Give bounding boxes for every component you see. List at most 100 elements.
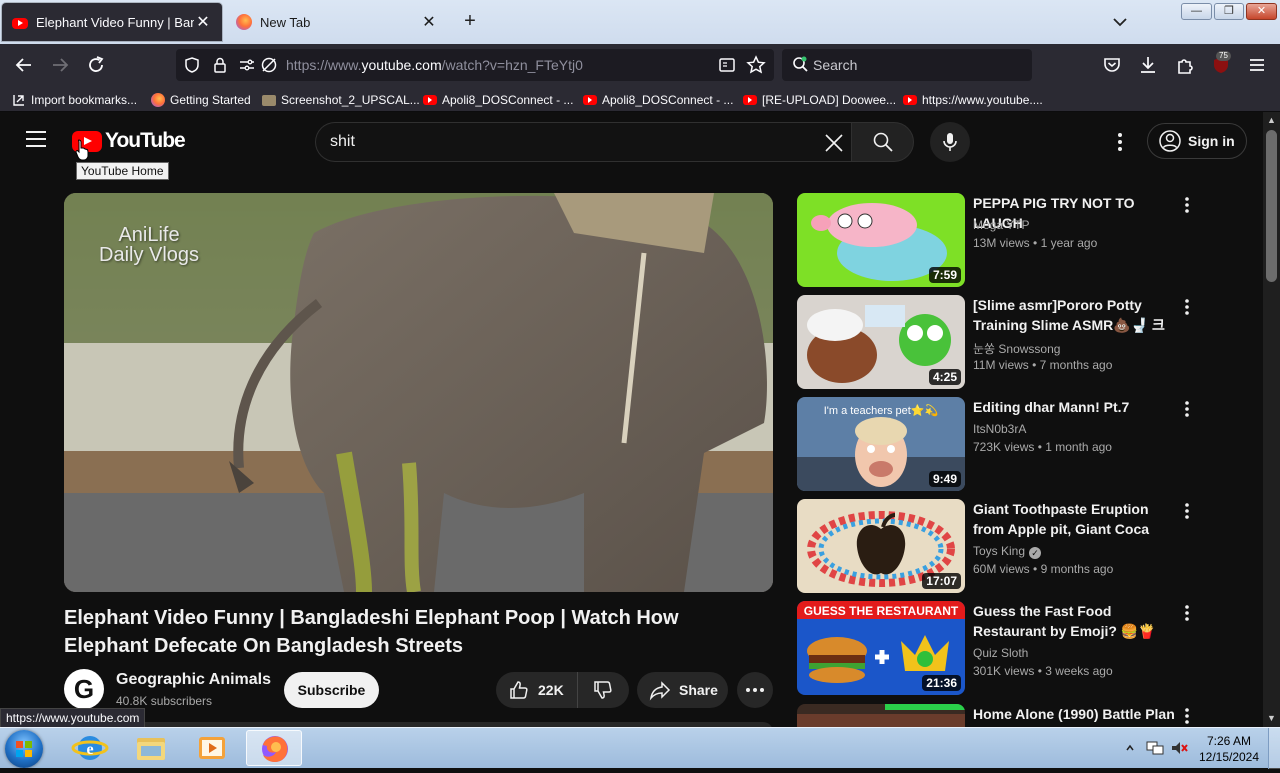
video-thumbnail[interactable]: 7:59	[797, 193, 965, 287]
folder-icon	[137, 738, 165, 760]
clear-search-icon[interactable]	[822, 131, 846, 155]
guide-menu-icon[interactable]	[26, 131, 46, 147]
taskbar-media-player[interactable]	[184, 730, 240, 766]
youtube-icon	[903, 95, 917, 105]
tab-strip: Elephant Video Funny | Banglad ✕ New Tab…	[0, 0, 1280, 44]
recommended-video[interactable]: GUESS THE RESTAURANT 21:36 Guess the Fas…	[797, 601, 1197, 695]
youtube-search-box[interactable]	[315, 122, 851, 162]
tab-youtube[interactable]: Elephant Video Funny | Banglad ✕	[2, 3, 222, 41]
subscribe-button[interactable]: Subscribe	[284, 672, 379, 708]
thumbnail-home-alone-image	[797, 704, 965, 727]
channel-name[interactable]: ItsN0b3rA	[973, 422, 1026, 436]
recommended-video[interactable]: Home Alone (1990) Battle Plan	[797, 704, 1197, 727]
video-kebab-icon[interactable]	[1181, 195, 1193, 215]
like-button[interactable]: 22K	[496, 672, 578, 708]
app-menu-hamburger-icon[interactable]	[1246, 54, 1268, 76]
bookmark-youtube[interactable]: https://www.youtube....	[903, 91, 1043, 109]
voice-search-button[interactable]	[930, 122, 970, 162]
youtube-icon	[423, 95, 437, 105]
video-thumbnail[interactable]: GUESS THE RESTAURANT 21:36	[797, 601, 965, 695]
clock-date[interactable]: 12/15/2024	[1196, 750, 1262, 764]
close-window-button[interactable]: ✕	[1246, 3, 1277, 20]
bookmark-reupload[interactable]: [RE-UPLOAD] Doowee...	[743, 91, 896, 109]
video-kebab-icon[interactable]	[1181, 706, 1193, 726]
url-bar[interactable]: https://www.youtube.com/watch?v=hzn_FTeY…	[176, 49, 774, 81]
lock-icon[interactable]	[211, 56, 229, 74]
extension-icon[interactable]: 75	[1210, 51, 1232, 76]
video-thumbnail[interactable]: 4:25	[797, 295, 965, 389]
channel-name[interactable]: Toys King ✓	[973, 544, 1042, 559]
pocket-icon[interactable]	[1101, 54, 1123, 76]
reload-icon[interactable]	[85, 54, 107, 76]
share-button[interactable]: Share	[637, 672, 728, 708]
minimize-window-button[interactable]: —	[1181, 3, 1212, 20]
restore-window-button[interactable]: ❐	[1214, 3, 1244, 20]
navigation-toolbar: https://www.youtube.com/watch?v=hzn_FTeY…	[0, 44, 1280, 86]
channel-avatar[interactable]: G	[64, 669, 104, 709]
close-tab-icon[interactable]: ✕	[194, 12, 212, 32]
channel-name[interactable]: Quiz Sloth	[973, 646, 1028, 660]
video-kebab-icon[interactable]	[1181, 501, 1193, 521]
video-title[interactable]: Editing dhar Mann! Pt.7	[973, 397, 1178, 417]
tracking-protection-shield-icon[interactable]	[183, 56, 201, 74]
forward-arrow-icon[interactable]	[49, 54, 71, 76]
taskbar-file-explorer[interactable]	[123, 730, 179, 766]
bookmark-apoli8-1[interactable]: Apoli8_DOSConnect - ...	[423, 91, 573, 109]
page-scrollbar[interactable]: ▲ ▼	[1263, 112, 1280, 727]
list-all-tabs-chevron-icon[interactable]	[1110, 12, 1130, 32]
video-thumbnail[interactable]: I'm a teachers pet⭐💫 9:49	[797, 397, 965, 491]
video-title[interactable]: [Slime asmr]Pororo Potty Training Slime …	[973, 295, 1178, 335]
dislike-button[interactable]	[578, 672, 628, 708]
tab-new-tab[interactable]: New Tab ✕	[226, 3, 448, 41]
show-hidden-icons-arrow-icon[interactable]	[1125, 743, 1135, 753]
taskbar-firefox[interactable]	[246, 730, 302, 766]
sign-in-button[interactable]: Sign in	[1147, 123, 1247, 159]
start-button[interactable]	[5, 730, 43, 768]
new-tab-plus-icon[interactable]: +	[459, 10, 481, 32]
youtube-search-input[interactable]	[330, 132, 800, 152]
recommended-video[interactable]: 7:59 PEPPA PIG TRY NOT TO LAUGH Mega YTP…	[797, 193, 1197, 287]
volume-muted-icon[interactable]	[1170, 740, 1188, 756]
video-kebab-icon[interactable]	[1181, 603, 1193, 623]
video-title[interactable]: Guess the Fast Food Restaurant by Emoji?…	[973, 601, 1178, 641]
taskbar-internet-explorer[interactable]: e	[62, 730, 118, 766]
autoplay-blocked-icon[interactable]	[260, 56, 278, 74]
clock-time[interactable]: 7:26 AM	[1196, 734, 1262, 748]
scroll-up-arrow-icon[interactable]: ▲	[1266, 115, 1277, 126]
video-thumbnail[interactable]: 17:07	[797, 499, 965, 593]
recommended-video[interactable]: I'm a teachers pet⭐💫 9:49 Editing dhar M…	[797, 397, 1197, 491]
video-player[interactable]: AniLife Daily Vlogs	[64, 193, 773, 592]
show-desktop-button[interactable]	[1268, 728, 1280, 769]
bookmark-star-icon[interactable]	[746, 55, 766, 75]
video-duration: 21:36	[922, 675, 961, 691]
channel-name[interactable]: Mega YTP	[973, 218, 1029, 232]
video-title[interactable]: Home Alone (1990) Battle Plan	[973, 704, 1178, 724]
recommended-video[interactable]: 4:25 [Slime asmr]Pororo Potty Training S…	[797, 295, 1197, 389]
more-actions-button[interactable]	[737, 672, 773, 708]
youtube-logo-text: YouTube	[105, 129, 186, 152]
web-search-bar[interactable]: Search	[782, 49, 1032, 81]
video-kebab-icon[interactable]	[1181, 297, 1193, 317]
channel-name-link[interactable]: Geographic Animals	[116, 671, 271, 689]
downloads-icon[interactable]	[1137, 54, 1159, 76]
settings-kebab-icon[interactable]	[1110, 130, 1130, 154]
scroll-down-arrow-icon[interactable]: ▼	[1266, 713, 1277, 724]
reader-view-icon[interactable]	[718, 56, 736, 74]
close-tab-icon[interactable]: ✕	[420, 12, 438, 32]
youtube-search-button[interactable]	[851, 122, 914, 162]
account-circle-icon	[1159, 130, 1181, 152]
bookmark-apoli8-2[interactable]: Apoli8_DOSConnect - ...	[583, 91, 733, 109]
recommended-video[interactable]: 17:07 Giant Toothpaste Eruption from App…	[797, 499, 1197, 593]
video-thumbnail[interactable]	[797, 704, 965, 727]
network-icon[interactable]	[1146, 740, 1164, 756]
channel-name[interactable]: 눈쏭 Snowssong	[973, 340, 1060, 357]
back-arrow-icon[interactable]	[13, 54, 35, 76]
extensions-puzzle-icon[interactable]	[1174, 54, 1196, 76]
video-kebab-icon[interactable]	[1181, 399, 1193, 419]
bookmark-screenshot[interactable]: Screenshot_2_UPSCAL...	[262, 91, 420, 109]
scrollbar-thumb[interactable]	[1266, 130, 1277, 282]
bookmark-getting-started[interactable]: Getting Started	[151, 91, 251, 109]
video-title[interactable]: Giant Toothpaste Eruption from Apple pit…	[973, 499, 1178, 539]
permissions-icon[interactable]	[238, 56, 256, 74]
bookmark-import[interactable]: Import bookmarks...	[12, 91, 137, 109]
